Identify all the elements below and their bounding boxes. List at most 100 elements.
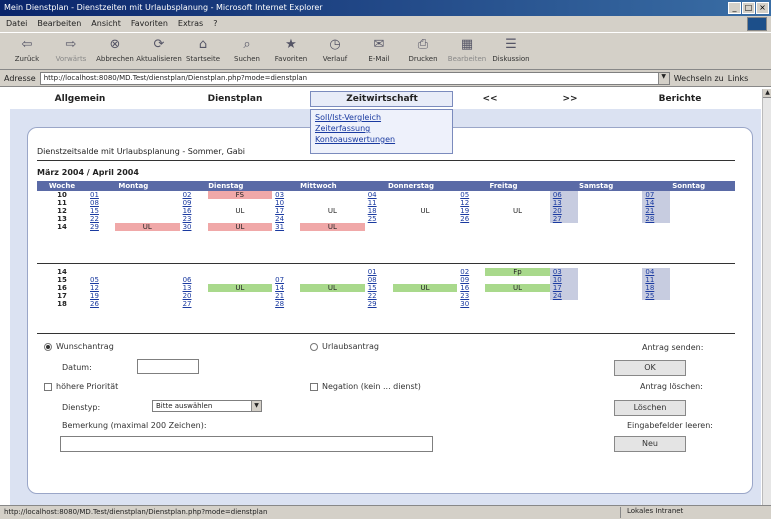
edit-button[interactable]: ▦ Bearbeiten: [446, 35, 488, 67]
day-link[interactable]: 30: [180, 223, 208, 231]
chevron-down-icon[interactable]: ▼: [251, 401, 261, 411]
day-cell[interactable]: 18 UL: [365, 207, 458, 215]
day-link[interactable]: 24: [549, 292, 578, 300]
reset-button[interactable]: Neu: [614, 436, 686, 452]
search-button[interactable]: ⌕ Suchen: [226, 35, 268, 67]
day-link[interactable]: 22: [87, 215, 115, 223]
day-link[interactable]: 06: [180, 276, 208, 284]
day-link[interactable]: 05: [457, 191, 485, 199]
day-link[interactable]: 09: [457, 276, 485, 284]
day-cell[interactable]: 08: [365, 276, 458, 284]
day-cell[interactable]: 01: [365, 268, 458, 276]
day-cell[interactable]: 04: [642, 268, 735, 276]
day-cell[interactable]: 11: [642, 276, 735, 284]
day-cell[interactable]: 17 UL: [272, 207, 365, 215]
day-link[interactable]: 07: [272, 276, 300, 284]
day-link[interactable]: 19: [87, 292, 115, 300]
day-link[interactable]: 05: [87, 276, 115, 284]
day-link[interactable]: 15: [87, 207, 115, 215]
menu-item[interactable]: Ansicht: [91, 19, 121, 29]
day-link[interactable]: 10: [272, 199, 300, 207]
day-cell[interactable]: 29 UL: [87, 223, 180, 231]
day-cell[interactable]: 18: [642, 284, 735, 292]
day-link[interactable]: 17: [272, 207, 300, 215]
day-link[interactable]: 19: [457, 207, 485, 215]
submenu-item-kontoauswertungen[interactable]: Kontoauswertungen: [315, 135, 448, 144]
day-link[interactable]: 31: [272, 223, 300, 231]
day-link[interactable]: 06: [549, 191, 578, 199]
day-link[interactable]: 02: [180, 191, 208, 199]
stop-button[interactable]: ⊗ Abbrechen: [94, 35, 136, 67]
priority-option[interactable]: höhere Priorität: [44, 382, 118, 391]
day-link[interactable]: 21: [642, 207, 671, 215]
scroll-up-icon[interactable]: ▲: [763, 89, 771, 98]
day-cell[interactable]: 14: [642, 199, 735, 207]
day-link[interactable]: 10: [549, 276, 578, 284]
home-button[interactable]: ⌂ Startseite: [182, 35, 224, 67]
day-cell[interactable]: 22: [365, 292, 458, 300]
service-select[interactable]: Bitte auswählen ▼: [152, 400, 262, 412]
day-link[interactable]: 09: [180, 199, 208, 207]
remark-field[interactable]: [60, 436, 433, 452]
day-link[interactable]: 01: [87, 191, 115, 199]
day-cell[interactable]: 13: [549, 199, 643, 207]
mail-button[interactable]: ✉ E-Mail: [358, 35, 400, 67]
day-link[interactable]: 16: [457, 284, 485, 292]
day-cell[interactable]: 27: [180, 300, 273, 308]
nav-berichte[interactable]: Berichte: [630, 94, 730, 104]
day-link[interactable]: 04: [642, 268, 671, 276]
day-cell[interactable]: 21: [642, 207, 735, 215]
address-input[interactable]: http://localhost:8080/MD.Test/dienstplan…: [39, 71, 670, 85]
menu-item[interactable]: Extras: [178, 19, 203, 29]
day-link[interactable]: 13: [549, 199, 578, 207]
day-link[interactable]: 29: [365, 300, 393, 308]
day-link[interactable]: 28: [642, 215, 671, 223]
history-button[interactable]: ◷ Verlauf: [314, 35, 356, 67]
day-cell[interactable]: 24: [549, 292, 643, 300]
negation-checkbox[interactable]: [310, 382, 318, 391]
delete-button[interactable]: Löschen: [614, 400, 686, 416]
day-cell[interactable]: 24: [272, 215, 365, 223]
day-cell[interactable]: 09: [457, 276, 550, 284]
day-link[interactable]: 18: [642, 284, 671, 292]
nav-next[interactable]: >>: [545, 94, 595, 104]
day-cell[interactable]: 11: [365, 199, 458, 207]
day-link[interactable]: 27: [549, 215, 578, 223]
vacation-radio[interactable]: [310, 342, 318, 351]
day-cell[interactable]: 08: [87, 199, 180, 207]
day-link[interactable]: 13: [180, 284, 208, 292]
menu-item[interactable]: Favoriten: [131, 19, 168, 29]
maximize-button[interactable]: □: [742, 2, 755, 14]
day-cell[interactable]: 20: [549, 207, 643, 215]
day-cell[interactable]: 21: [272, 292, 365, 300]
discuss-button[interactable]: ☰ Diskussion: [490, 35, 532, 67]
day-link[interactable]: 25: [365, 215, 393, 223]
day-cell[interactable]: 16 UL: [180, 207, 273, 215]
day-cell[interactable]: 04: [365, 191, 458, 199]
day-cell[interactable]: 19 UL: [457, 207, 550, 215]
day-link[interactable]: 23: [457, 292, 485, 300]
day-cell[interactable]: 06: [549, 191, 643, 199]
day-cell[interactable]: 28: [642, 215, 735, 223]
day-link[interactable]: 12: [87, 284, 115, 292]
day-link[interactable]: 20: [549, 207, 578, 215]
forward-button[interactable]: ⇨ Vorwärts: [50, 35, 92, 67]
day-cell[interactable]: 27: [549, 215, 643, 223]
day-cell[interactable]: 30: [457, 300, 550, 308]
day-link[interactable]: 12: [457, 199, 485, 207]
day-cell[interactable]: 07: [642, 191, 735, 199]
day-link[interactable]: 20: [180, 292, 208, 300]
day-link[interactable]: 22: [365, 292, 393, 300]
day-cell[interactable]: 05: [87, 276, 180, 284]
day-cell[interactable]: 23: [180, 215, 273, 223]
links-button[interactable]: Links: [728, 74, 749, 83]
day-cell[interactable]: 19: [87, 292, 180, 300]
nav-prev[interactable]: <<: [465, 94, 515, 104]
day-link[interactable]: 08: [365, 276, 393, 284]
day-cell[interactable]: 02 FS: [180, 191, 273, 199]
nav-allgemein[interactable]: Allgemein: [30, 94, 130, 104]
day-cell[interactable]: 10: [549, 276, 643, 284]
day-link[interactable]: 26: [87, 300, 115, 308]
day-link[interactable]: 28: [272, 300, 300, 308]
day-link[interactable]: 08: [87, 199, 115, 207]
